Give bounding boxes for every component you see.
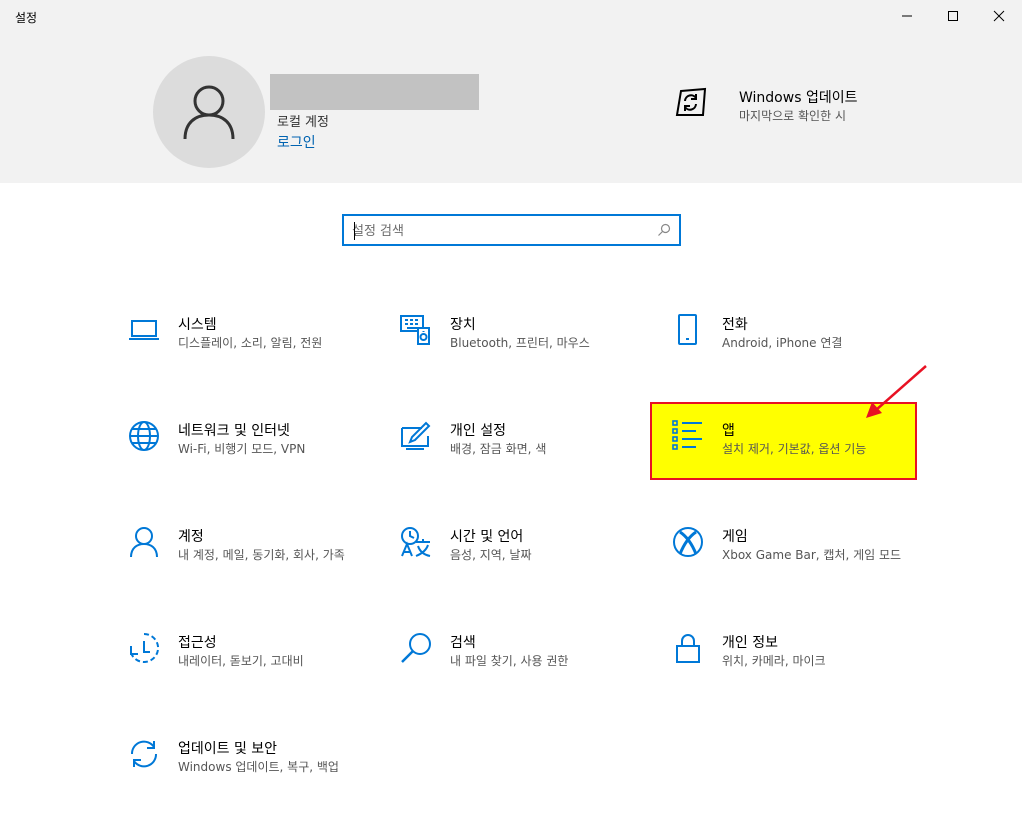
tile-description: 내 파일 찾기, 사용 권한 — [450, 654, 569, 668]
ease-of-access-icon — [130, 632, 160, 663]
tile-network[interactable]: 네트워크 및 인터넷 Wi-Fi, 비행기 모드, VPN — [128, 420, 388, 500]
apps-list-icon — [672, 420, 702, 450]
tile-title: 시스템 — [178, 317, 217, 333]
minimize-icon — [902, 15, 912, 17]
search-icon[interactable] — [657, 223, 671, 237]
tile-personalization[interactable]: 개인 설정 배경, 잠금 화면, 색 — [400, 420, 660, 500]
tile-time-language[interactable]: 시간 및 언어 음성, 지역, 날짜 — [400, 526, 660, 606]
tile-title: 시간 및 언어 — [450, 529, 524, 545]
search-box[interactable] — [342, 214, 681, 246]
tile-description: 설치 제거, 기본값, 옵션 기능 — [722, 442, 867, 456]
tile-accounts[interactable]: 계정 내 계정, 메일, 동기화, 회사, 가족 — [128, 526, 388, 606]
tile-description: 디스플레이, 소리, 알림, 전원 — [178, 336, 323, 350]
tile-apps[interactable]: 앱 설치 제거, 기본값, 옵션 기능 — [672, 420, 932, 500]
tile-title: 계정 — [178, 529, 204, 545]
tile-description: Windows 업데이트, 복구, 백업 — [178, 760, 339, 774]
tile-description: Wi-Fi, 비행기 모드, VPN — [178, 442, 306, 456]
tile-title: 장치 — [450, 317, 476, 333]
search-input[interactable] — [352, 221, 642, 241]
tile-title: 개인 설정 — [450, 423, 506, 439]
maximize-button[interactable] — [930, 0, 976, 32]
phone-icon — [678, 314, 697, 345]
window-title: 설정 — [15, 11, 38, 25]
tile-description: 음성, 지역, 날짜 — [450, 548, 532, 562]
tile-update-security[interactable]: 업데이트 및 보안 Windows 업데이트, 복구, 백업 — [128, 738, 388, 818]
windows-update-title[interactable]: Windows 업데이트 — [739, 87, 857, 107]
time-language-icon — [401, 527, 431, 557]
minimize-button[interactable] — [884, 0, 930, 32]
lock-icon — [676, 634, 700, 663]
tile-title: 개인 정보 — [722, 635, 778, 651]
account-name-redacted — [270, 74, 479, 110]
personalization-icon — [401, 421, 431, 450]
tile-title: 전화 — [722, 317, 748, 333]
avatar[interactable] — [153, 56, 265, 168]
tile-description: 위치, 카메라, 마이크 — [722, 654, 826, 668]
globe-icon — [129, 421, 159, 451]
tile-ease-of-access[interactable]: 접근성 내레이터, 돋보기, 고대비 — [128, 632, 388, 712]
tile-description: Android, iPhone 연결 — [722, 336, 843, 350]
tile-description: 배경, 잠금 화면, 색 — [450, 442, 547, 456]
account-header: 로컬 계정 로그인 Windows 업데이트 마지막으로 확인한 시 — [0, 32, 1022, 183]
tile-description: Xbox Game Bar, 캡처, 게임 모드 — [722, 548, 902, 562]
tile-title: 앱 — [722, 423, 735, 439]
maximize-icon — [948, 11, 958, 21]
tile-system[interactable]: 시스템 디스플레이, 소리, 알림, 전원 — [128, 314, 388, 394]
windows-update-subtitle: 마지막으로 확인한 시 — [739, 109, 846, 123]
close-button[interactable] — [976, 0, 1022, 32]
search-icon — [401, 633, 431, 663]
person-icon — [183, 85, 235, 140]
title-bar: 설정 — [0, 0, 1022, 32]
person-icon — [130, 527, 158, 558]
signin-link[interactable]: 로그인 — [277, 132, 316, 152]
tile-description: 내레이터, 돋보기, 고대비 — [178, 654, 304, 668]
tile-title: 검색 — [450, 635, 476, 651]
windows-update-icon[interactable] — [673, 85, 707, 119]
tile-title: 접근성 — [178, 635, 217, 651]
laptop-icon — [129, 320, 159, 340]
tile-title: 업데이트 및 보안 — [178, 741, 278, 757]
text-caret — [354, 222, 355, 240]
tile-title: 네트워크 및 인터넷 — [178, 423, 290, 439]
tile-privacy[interactable]: 개인 정보 위치, 카메라, 마이크 — [672, 632, 932, 712]
devices-icon — [400, 315, 430, 345]
tile-description: Bluetooth, 프린터, 마우스 — [450, 336, 590, 350]
tile-devices[interactable]: 장치 Bluetooth, 프린터, 마우스 — [400, 314, 660, 394]
tile-title: 게임 — [722, 529, 748, 545]
sync-icon — [130, 740, 158, 768]
close-icon — [993, 10, 1005, 22]
tile-gaming[interactable]: 게임 Xbox Game Bar, 캡처, 게임 모드 — [672, 526, 932, 606]
xbox-icon — [673, 527, 703, 557]
red-arrow-annotation — [866, 365, 927, 418]
tile-description: 내 계정, 메일, 동기화, 회사, 가족 — [178, 548, 345, 562]
tile-search[interactable]: 검색 내 파일 찾기, 사용 권한 — [400, 632, 660, 712]
account-type: 로컬 계정 — [277, 115, 329, 130]
